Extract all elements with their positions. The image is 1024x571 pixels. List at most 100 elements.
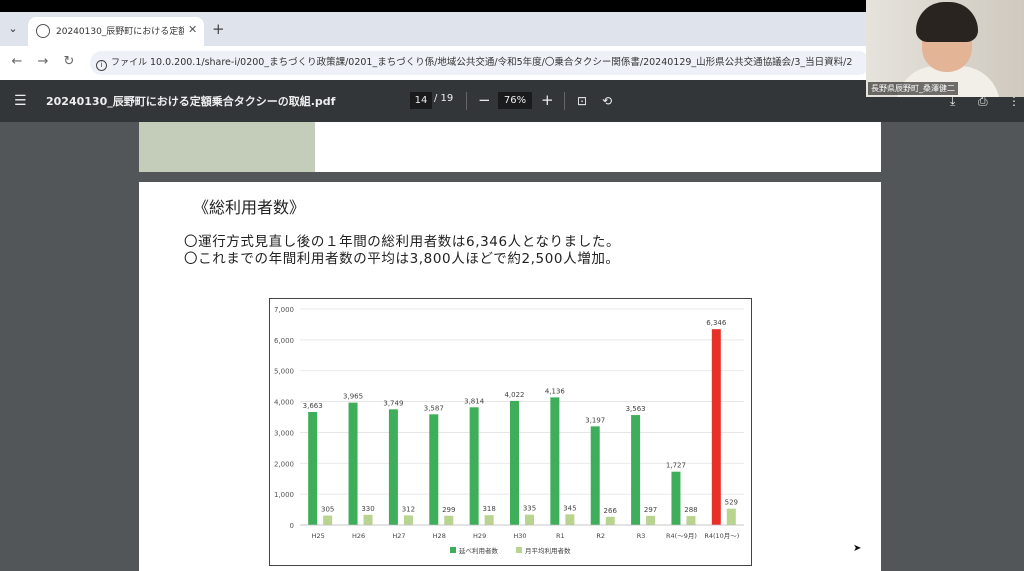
bar-value-label: 3,563 [626, 405, 646, 413]
chart-canvas: 0 1,000 2,000 3,000 4,000 5,000 6,000 7,000 3,66… [274, 306, 744, 555]
bar-value-label: 3,197 [585, 416, 605, 424]
bar-value-label: 297 [644, 506, 657, 514]
x-tick-label: H27 [392, 532, 405, 540]
legend-label-total: 延べ利用者数 [459, 546, 499, 555]
pdf-viewer-area[interactable]: 《総利用者数》 〇運行方式見直し後の１年間の総利用者数は6,346人となりました… [0, 122, 1024, 571]
bar-monthly [605, 516, 615, 525]
x-tick-label: H26 [352, 532, 365, 540]
bar-total [388, 409, 398, 525]
x-tick-label: H30 [513, 532, 526, 540]
pdf-page-current: 《総利用者数》 〇運行方式見直し後の１年間の総利用者数は6,346人となりました… [139, 182, 881, 571]
back-arrow-icon[interactable]: ← [8, 53, 26, 71]
webcam-name-label: 長野県辰野町_桑澤健二 [868, 82, 958, 95]
page-number-input[interactable]: 14 [410, 92, 432, 109]
pdf-file-name: 20240130_辰野町における定額乗合タクシーの取組.pdf [46, 95, 336, 108]
page-green-block [139, 122, 315, 172]
toolbar-divider [564, 92, 565, 110]
new-tab-button[interactable]: + [212, 20, 225, 38]
bar-value-label: 3,663 [303, 402, 323, 410]
bar-value-label: 3,965 [343, 393, 363, 401]
info-icon: i [96, 60, 107, 71]
bar-value-label: 1,727 [666, 462, 686, 470]
bar-monthly [444, 515, 454, 525]
bar-value-label: 299 [442, 506, 455, 514]
bar-value-label: 4,022 [504, 391, 524, 399]
bar-value-label: 330 [361, 505, 374, 513]
bar-value-label: 318 [482, 505, 495, 513]
site-info-chip[interactable]: i ファイル [96, 55, 147, 71]
y-tick-label: 0 [290, 522, 294, 530]
toolbar-divider [466, 92, 467, 110]
bar-value-label: 266 [604, 507, 618, 515]
bar-highlight [711, 329, 721, 525]
pdf-page-previous [139, 122, 881, 172]
bar-total [550, 397, 560, 525]
page-total: / 19 [434, 93, 454, 104]
bar-monthly [363, 514, 373, 525]
bar-value-label: 6,346 [706, 319, 727, 327]
y-tick-label: 7,000 [274, 306, 294, 314]
legend-label-monthly: 月平均利用者数 [525, 546, 571, 555]
fit-page-icon[interactable]: ⊡ [577, 92, 587, 110]
bar-monthly [726, 508, 736, 525]
bar-total [308, 411, 318, 525]
bar-monthly [565, 514, 575, 525]
legend-swatch-total [450, 547, 456, 553]
mouse-cursor-icon: ➤ [853, 543, 862, 554]
y-tick-label: 2,000 [274, 460, 294, 468]
x-tick-label: H28 [433, 532, 446, 540]
tab-search-chevron-icon[interactable]: ⌄ [4, 20, 22, 38]
bar-value-label: 3,587 [424, 404, 444, 412]
bar-monthly [646, 515, 656, 525]
bar-total [631, 415, 641, 525]
address-bar[interactable]: i ファイル 10.0.200.1/share-i/0200_まちづくり政策課/0… [90, 51, 870, 75]
x-tick-label: R4(10月～) [704, 532, 739, 540]
x-tick-label: H29 [473, 532, 486, 540]
bar-total [510, 400, 519, 525]
legend-swatch-monthly [516, 547, 522, 553]
y-tick-label: 3,000 [274, 429, 294, 437]
y-tick-label: 5,000 [274, 368, 294, 376]
forward-arrow-icon[interactable]: → [34, 53, 52, 71]
bar-chart: 0 1,000 2,000 3,000 4,000 5,000 6,000 7,000 3,66… [269, 298, 752, 566]
slide-title: 《総利用者数》 [193, 198, 306, 217]
bar-value-label: 3,814 [464, 397, 485, 405]
bar-monthly [403, 515, 413, 525]
x-tick-label: H25 [312, 532, 325, 540]
x-tick-label: R2 [596, 532, 605, 540]
bar-total [348, 402, 358, 525]
hamburger-menu-icon[interactable]: ☰ [14, 93, 27, 109]
bar-value-label: 3,749 [383, 399, 403, 407]
bar-value-label: 288 [684, 506, 697, 514]
bar-value-label: 4,136 [545, 387, 566, 395]
zoom-out-button[interactable]: − [478, 90, 491, 110]
globe-icon [36, 24, 50, 38]
bar-monthly [484, 515, 494, 525]
y-tick-label: 1,000 [274, 491, 294, 499]
browser-tab-active[interactable]: 20240130_辰野町における定額乗合タクシーの取組.pdf ✕ [28, 17, 204, 46]
slide-bullet-2: 〇これまでの年間利用者数の平均は3,800人ほどで約2,500人増加。 [184, 251, 620, 267]
bar-monthly [686, 516, 696, 525]
y-tick-label: 4,000 [274, 399, 294, 407]
bar-value-label: 335 [523, 505, 536, 513]
bar-monthly [525, 514, 534, 525]
bar-monthly [323, 515, 333, 525]
reload-icon[interactable]: ↻ [60, 53, 78, 71]
bar-value-label: 345 [563, 504, 576, 512]
bar-total [671, 471, 681, 525]
x-tick-label: R4(～9月) [666, 532, 697, 540]
bar-total [429, 414, 439, 525]
url-text[interactable]: 10.0.200.1/share-i/0200_まちづくり政策課/0201_まち… [150, 55, 865, 71]
rotate-icon[interactable]: ⟲ [602, 92, 612, 110]
site-chip-label: ファイル [111, 58, 148, 68]
zoom-level-input[interactable]: 76% [498, 92, 532, 109]
tab-close-icon[interactable]: ✕ [188, 23, 197, 36]
x-tick-label: R3 [637, 532, 646, 540]
bar-value-label: 305 [321, 506, 334, 514]
zoom-in-button[interactable]: + [541, 90, 554, 110]
bar-value-label: 312 [402, 505, 415, 513]
bar-value-label: 529 [725, 499, 738, 507]
bar-total [469, 407, 479, 525]
tab-title: 20240130_辰野町における定額乗合タクシーの取組.pdf [56, 27, 184, 37]
webcam-overlay: 長野県辰野町_桑澤健二 [866, 0, 1024, 97]
